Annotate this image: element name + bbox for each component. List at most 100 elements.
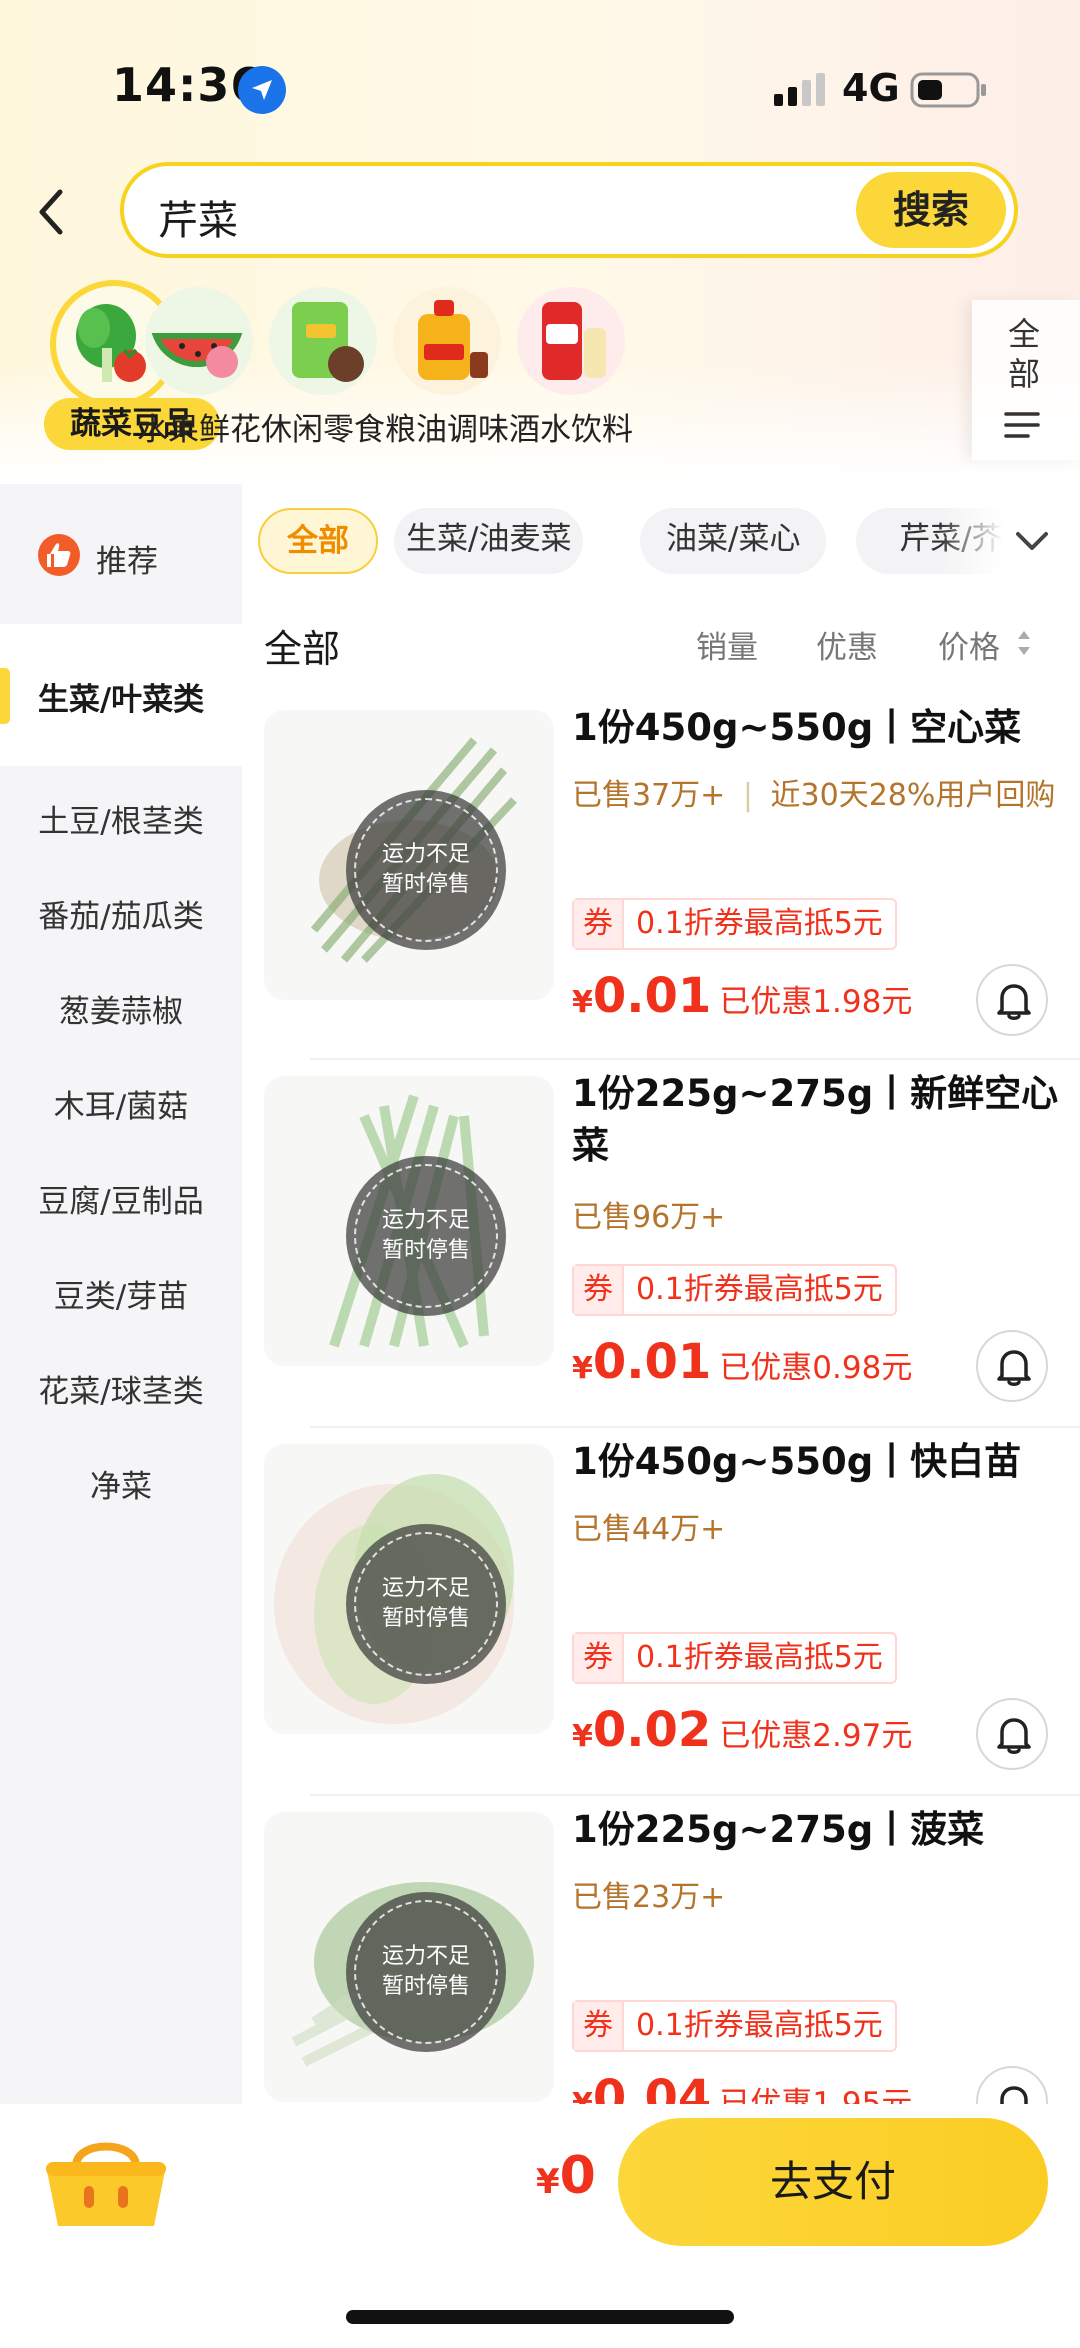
product-card[interactable]: 运力不足 暂时停售 1份450g~550g丨空心菜 已售37万+ | 近30天2…: [242, 702, 1080, 1070]
total-currency: ¥: [536, 2162, 560, 2202]
coupon-tag: 券: [574, 1266, 624, 1314]
back-button[interactable]: [30, 180, 90, 244]
sidebar-item[interactable]: 豆腐/豆制品: [0, 1176, 242, 1221]
product-title[interactable]: 1份450g~550g丨空心菜: [572, 702, 1062, 754]
sold-count: 已售96万+: [572, 1200, 726, 1235]
sidebar-list: 土豆/根茎类 番茄/茄瓜类 葱姜蒜椒 木耳/菌菇 豆腐/豆制品 豆类/芽苗 花菜…: [0, 766, 242, 2104]
divider: [310, 1426, 1080, 1428]
price-currency: ¥: [572, 2087, 593, 2104]
sidebar-item-recommend[interactable]: 推荐: [0, 484, 242, 624]
sort-arrows-icon: [1018, 631, 1030, 655]
divider: [310, 1058, 1080, 1060]
notify-button[interactable]: [976, 2066, 1048, 2104]
badge-text: 运力不足 暂时停售: [346, 1942, 506, 2002]
price-amount: 0.04: [592, 2070, 712, 2104]
chip-all[interactable]: 全部: [258, 508, 378, 574]
badge-line-1: 运力不足: [381, 842, 470, 867]
bell-icon: [997, 1718, 1031, 1754]
sidebar-item[interactable]: 豆类/芽苗: [0, 1271, 242, 1316]
product-sold: 已售37万+ | 近30天28%用户回购: [572, 770, 1055, 814]
product-sold: 已售23万+: [572, 1872, 725, 1916]
price-saved: 已优惠1.95元: [719, 2086, 913, 2104]
drink-can-icon: [517, 287, 625, 395]
sidebar-item[interactable]: 花菜/球茎类: [0, 1366, 242, 1411]
search-button[interactable]: 搜索: [856, 172, 1006, 248]
network-type: 4G: [842, 66, 900, 110]
sidebar-item-leafy-greens[interactable]: 生菜/叶菜类: [0, 624, 242, 766]
search-box[interactable]: 芹菜 搜索: [120, 162, 1018, 258]
notify-button[interactable]: [976, 1698, 1048, 1770]
badge-line-1: 运力不足: [381, 1208, 470, 1233]
sort-price[interactable]: 价格: [938, 622, 1000, 667]
notify-button[interactable]: [976, 1330, 1048, 1402]
coupon-tag: 券: [574, 900, 624, 948]
product-image[interactable]: 运力不足 暂时停售: [264, 1076, 554, 1366]
price-amount: 0.02: [592, 1702, 712, 1758]
product-card[interactable]: 运力不足 暂时停售 1份225g~275g丨菠菜 已售23万+ 券 0.1折券最高…: [242, 1804, 1080, 2104]
product-image[interactable]: 运力不足 暂时停售: [264, 1444, 554, 1734]
price-saved: 已优惠2.97元: [719, 1718, 913, 1754]
product-price: ¥0.01 已优惠0.98元: [572, 1334, 912, 1390]
chip-rapeseed[interactable]: 油菜/菜心: [640, 508, 827, 574]
shopping-basket-icon[interactable]: [36, 2126, 176, 2236]
category-label: 酒水饮料: [509, 412, 633, 448]
sold-count: 已售37万+: [572, 778, 726, 813]
total-amount: 0: [559, 2146, 596, 2206]
coupon-badge: 券 0.1折券最高抵5元: [572, 898, 897, 950]
home-indicator: [346, 2310, 734, 2324]
sold-count: 已售23万+: [572, 1880, 726, 1915]
coupon-text: 0.1折券最高抵5元: [636, 906, 883, 941]
notify-button[interactable]: [976, 964, 1048, 1036]
sidebar-item[interactable]: 葱姜蒜椒: [0, 986, 242, 1031]
coupon-badge: 券 0.1折券最高抵5元: [572, 1264, 897, 1316]
menu-lines-icon: [1004, 412, 1040, 438]
sidebar-item[interactable]: 木耳/菌菇: [0, 1081, 242, 1126]
product-price: ¥0.04 已优惠1.95元: [572, 2070, 912, 2104]
price-amount: 0.01: [592, 968, 712, 1024]
chevron-down-icon[interactable]: [1012, 522, 1052, 562]
all-categories-button[interactable]: 全部: [972, 300, 1080, 460]
coupon-badge: 券 0.1折券最高抵5元: [572, 1632, 897, 1684]
category-drinks[interactable]: 酒水饮料: [486, 280, 656, 470]
chips-fade: [940, 484, 1080, 594]
product-sold: 已售96万+: [572, 1192, 725, 1236]
product-title[interactable]: 1份225g~275g丨菠菜: [572, 1804, 1062, 1856]
product-price: ¥0.01 已优惠1.98元: [572, 968, 912, 1024]
product-card[interactable]: 运力不足 暂时停售 1份225g~275g丨新鲜空心菜 已售96万+ 券 0.1折…: [242, 1068, 1080, 1436]
badge-line-2: 暂时停售: [381, 1974, 470, 1999]
sold-count: 已售44万+: [572, 1512, 726, 1547]
category-row: 蔬菜豆品 水果鲜花 休闲零食 粮油调味 酒水饮料: [0, 280, 1080, 480]
sort-title: 全部: [264, 627, 341, 671]
chip-lettuce[interactable]: 生菜/油麦菜: [394, 508, 584, 574]
search-input[interactable]: 芹菜: [158, 188, 238, 246]
sidebar-item[interactable]: 净菜: [0, 1461, 242, 1506]
product-title[interactable]: 1份450g~550g丨快白苗: [572, 1436, 1062, 1488]
out-of-stock-badge: 运力不足 暂时停售: [346, 790, 506, 950]
badge-line-1: 运力不足: [381, 1944, 470, 1969]
price-saved: 已优惠1.98元: [719, 984, 913, 1020]
bell-icon: [997, 1350, 1031, 1386]
pay-button[interactable]: 去支付: [618, 2118, 1048, 2246]
bell-icon: [1000, 2086, 1028, 2104]
sidebar-item[interactable]: 土豆/根茎类: [0, 796, 242, 841]
coupon-tag: 券: [574, 1634, 624, 1682]
divider: [310, 1794, 1080, 1796]
thumbs-up-icon: [38, 534, 80, 576]
out-of-stock-badge: 运力不足 暂时停售: [346, 1156, 506, 1316]
product-title[interactable]: 1份225g~275g丨新鲜空心菜: [572, 1068, 1062, 1172]
sort-discount[interactable]: 优惠: [816, 622, 878, 667]
price-saved: 已优惠0.98元: [719, 1350, 913, 1386]
product-image[interactable]: 运力不足 暂时停售: [264, 1812, 554, 2102]
product-card[interactable]: 运力不足 暂时停售 1份450g~550g丨快白苗 已售44万+ 券 0.1折券最…: [242, 1436, 1080, 1804]
price-currency: ¥: [572, 1719, 593, 1754]
product-image[interactable]: 运力不足 暂时停售: [264, 710, 554, 1000]
signal-icon: [774, 73, 825, 106]
location-arrow-icon: [238, 66, 286, 114]
sort-sales[interactable]: 销量: [696, 622, 758, 667]
sidebar-item[interactable]: 番茄/茄瓜类: [0, 891, 242, 936]
coupon-text: 0.1折券最高抵5元: [636, 1272, 883, 1307]
price-currency: ¥: [572, 985, 593, 1020]
battery-icon: [910, 72, 986, 108]
badge-line-1: 运力不足: [381, 1576, 470, 1601]
price-amount: 0.01: [592, 1334, 712, 1390]
